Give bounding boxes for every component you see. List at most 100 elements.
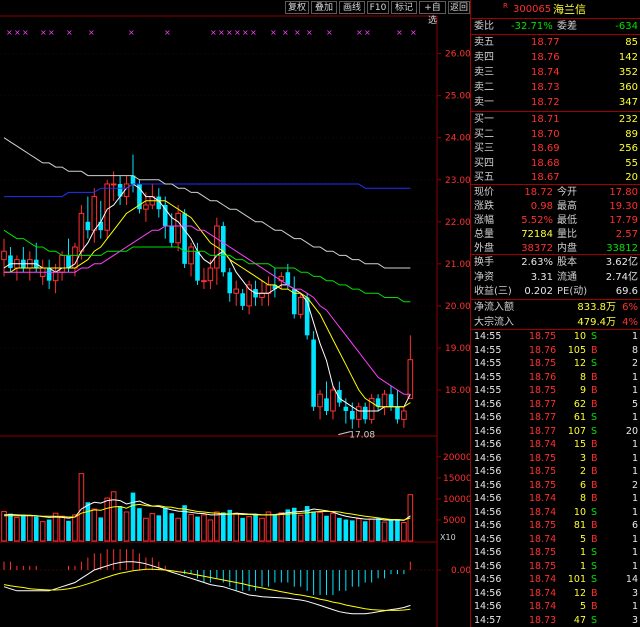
tick-volume: 15 (573, 439, 586, 450)
tick-price: 18.74 (529, 587, 557, 599)
fund-label: 股本 (557, 257, 577, 268)
bid-label: 买三 (474, 143, 494, 154)
stat-value: 18.72 (524, 187, 553, 198)
event-marker: × (128, 28, 135, 37)
tick-price: 18.74 (529, 493, 557, 504)
event-marker: × (396, 28, 403, 37)
fund-label: 净资 (474, 271, 494, 283)
bid-price: 18.68 (531, 157, 560, 169)
volume-bar-down (85, 502, 91, 541)
tick-row: 14:56 18.75 1 S 1 (471, 546, 640, 559)
tick-price: 18.75 (529, 547, 557, 558)
ask-price: 18.73 (531, 82, 560, 93)
tick-price: 18.77 (529, 398, 557, 410)
tick-row: 14:56 18.77 62 B 5 (471, 398, 640, 411)
stat-value: 17.80 (609, 187, 638, 198)
tick-time: 14:56 (474, 560, 502, 572)
event-marker: × (40, 28, 47, 37)
bid-volume: 256 (618, 143, 638, 154)
volume-bar-up (246, 516, 252, 542)
tick-side: B (591, 493, 598, 504)
volume-bar-down (375, 518, 381, 541)
flow-row: 净流入额 833.8万 6% (471, 300, 640, 315)
ask-label: 卖一 (474, 97, 494, 108)
event-marker: × (364, 28, 371, 37)
add-watchlist-button[interactable]: +自选 (419, 1, 446, 26)
event-marker: × (22, 28, 29, 37)
event-marker: × (14, 28, 21, 37)
tick-count: 5 (631, 398, 638, 410)
stat-row: 总量 72184 量比 2.57 (471, 227, 640, 242)
draw-line-button[interactable]: 画线 (339, 1, 365, 14)
weicha-value: -634 (615, 21, 638, 32)
tick-price: 18.73 (529, 614, 557, 626)
tick-count: 1 (631, 560, 638, 572)
restore-rights-button[interactable]: 复权 (285, 1, 309, 14)
volume-bar-up (355, 518, 362, 542)
event-marker: × (410, 28, 417, 37)
tick-count: 1 (631, 412, 638, 423)
bid-row: 买四 18.68 55 (471, 156, 640, 171)
bid-price: 18.67 (531, 172, 560, 183)
volume-tick-label: 20000 (443, 453, 470, 463)
stat-label: 涨幅 (474, 215, 494, 226)
tick-volume: 12 (573, 358, 586, 369)
volume-bar-down (388, 520, 394, 541)
tick-time: 14:56 (474, 601, 502, 612)
candle-body-up (381, 393, 388, 408)
candle-body-up (91, 196, 98, 231)
candle-body-down (362, 406, 368, 420)
tick-side: S (591, 331, 598, 342)
back-button[interactable]: 返回 (448, 1, 470, 14)
candle-body-up (78, 212, 85, 252)
volume-bar-up (233, 512, 239, 542)
candle-body-down (98, 221, 104, 231)
volume-bar-down (66, 520, 71, 541)
volume-bar-up (27, 514, 33, 542)
candle-body-up (59, 254, 65, 273)
ma5-line (3, 183, 411, 412)
tick-side: S (591, 425, 598, 437)
flow-value: 833.8万 (577, 302, 616, 313)
f10-button[interactable]: F10 (367, 1, 389, 14)
overlay-button[interactable]: 叠加 (311, 1, 337, 14)
fund-value: 3.62亿 (605, 257, 638, 268)
stat-label: 现价 (474, 187, 494, 198)
price-tick-label: 21.00 (445, 260, 470, 270)
event-marker: × (250, 28, 257, 37)
volume-bar-up (14, 516, 20, 542)
candle-body-up (330, 389, 336, 412)
event-marker: × (242, 28, 249, 37)
volume-bar-down (46, 519, 52, 541)
price-tick-label: 20.00 (445, 302, 470, 312)
volume-bar-down (137, 508, 142, 541)
fund-value: 0.202 (524, 286, 553, 297)
mark-button[interactable]: 标记 (391, 1, 417, 14)
price-tick-label: 26.00 (445, 50, 470, 60)
stock-header: R 300065 海兰信 (471, 2, 640, 16)
volume-bar-up (259, 517, 265, 542)
candle-body-down (285, 272, 291, 285)
tick-count: 1 (631, 466, 638, 477)
bid-label: 买四 (474, 157, 494, 169)
tick-count: 1 (631, 493, 638, 504)
tick-volume: 81 (573, 520, 586, 531)
event-marker: × (282, 28, 289, 37)
fund-row: 换手 2.63% 股本 3.62亿 (471, 255, 640, 270)
bid-label: 买五 (474, 172, 494, 183)
volume-bar-down (117, 506, 123, 541)
bid-volume: 55 (625, 157, 638, 169)
bid-price: 18.71 (531, 114, 560, 125)
tick-volume: 105 (567, 344, 586, 356)
tick-side: S (591, 506, 598, 518)
tick-price: 18.74 (529, 533, 557, 545)
volume-bar-down (362, 521, 368, 541)
event-marker: × (326, 28, 333, 37)
tick-time: 14:56 (474, 479, 502, 491)
macd-zero-label: 0.00 (451, 566, 470, 576)
tick-row: 14:55 18.76 8 B 1 (471, 371, 640, 384)
volume-bar-up (78, 473, 85, 542)
tick-count: 3 (631, 614, 638, 626)
flow-value: 479.4万 (577, 316, 616, 328)
volume-tick-label: 5000 (443, 516, 466, 526)
